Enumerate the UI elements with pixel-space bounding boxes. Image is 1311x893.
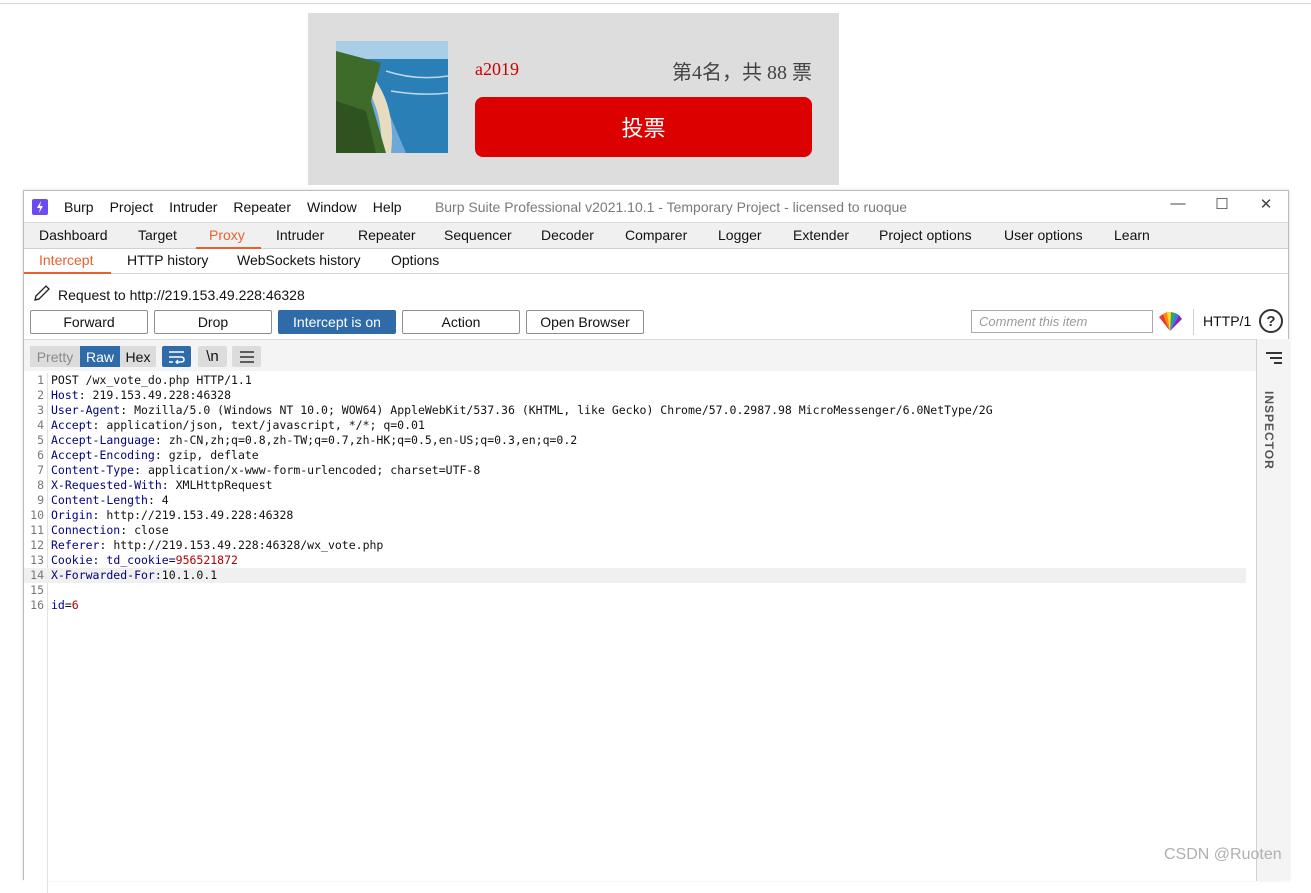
pretty-tab[interactable]: Pretty: [30, 346, 80, 367]
inspector-panel[interactable]: INSPECTOR: [1256, 339, 1290, 881]
code-line: 3 User-Agent: Mozilla/5.0 (Windows NT 10.…: [37, 403, 993, 417]
vote-button[interactable]: 投票: [475, 97, 812, 157]
editor-toolbar: Pretty Raw Hex \n: [24, 340, 1256, 371]
code-line-highlighted: 14 X-Forwarded-For:10.1.0.1: [24, 568, 1246, 583]
watermark: CSDN @Ruoten: [1164, 846, 1282, 863]
candidate-rank: 第4名，共 88 票: [672, 62, 812, 84]
code-line: 5 Accept-Language: zh-CN,zh;q=0.8,zh-TW;q…: [37, 433, 578, 447]
http-version-label[interactable]: HTTP/1: [1203, 313, 1251, 329]
tab-logger[interactable]: Logger: [718, 227, 762, 243]
drop-button[interactable]: Drop: [154, 310, 272, 334]
tab-websockets-history[interactable]: WebSockets history: [237, 252, 360, 268]
tab-user-options[interactable]: User options: [1004, 227, 1083, 243]
tab-proxy[interactable]: Proxy: [209, 227, 245, 243]
word-wrap-icon[interactable]: [162, 346, 191, 367]
beach-photo-icon: [336, 41, 448, 153]
proxy-sub-tabs: Intercept HTTP history WebSockets histor…: [24, 249, 1288, 274]
comment-input[interactable]: Comment this item: [971, 310, 1153, 333]
help-icon[interactable]: ?: [1259, 309, 1283, 333]
code-line: 12 Referer: http://219.153.49.228:46328/w…: [30, 538, 384, 552]
title-bar: Burp Project Intruder Repeater Window He…: [24, 191, 1288, 222]
code-line: 11 Connection: close: [30, 523, 169, 537]
intercept-toolbar: Forward Drop Intercept is on Action Open…: [24, 309, 1288, 337]
code-line: 4 Accept: application/json, text/javascri…: [37, 418, 425, 432]
code-line: 16 id=6: [30, 598, 79, 612]
page-top-border: [0, 3, 1311, 4]
inspector-label[interactable]: INSPECTOR: [1262, 391, 1276, 470]
close-icon[interactable]: ✕: [1251, 195, 1281, 213]
menu-lines-icon[interactable]: [232, 346, 261, 367]
code-line: 6 Accept-Encoding: gzip, deflate: [37, 448, 259, 462]
tab-target[interactable]: Target: [138, 227, 177, 243]
tab-comparer[interactable]: Comparer: [625, 227, 687, 243]
tab-learn[interactable]: Learn: [1114, 227, 1150, 243]
code-line: 13 Cookie: td_cookie=956521872: [30, 553, 238, 567]
request-target: Request to http://219.153.49.228:46328: [32, 283, 305, 306]
newline-toggle-button[interactable]: \n: [198, 346, 227, 367]
tab-project-options[interactable]: Project options: [879, 227, 972, 243]
code-line: 2 Host: 219.153.49.228:46328: [37, 388, 232, 402]
burp-window: Burp Project Intruder Repeater Window He…: [23, 190, 1290, 893]
code-line: 15: [30, 583, 44, 597]
message-editor: Pretty Raw Hex \n 1 POST /wx_vote_do.php …: [24, 339, 1256, 893]
tab-options[interactable]: Options: [391, 252, 439, 268]
tab-extender[interactable]: Extender: [793, 227, 849, 243]
window-title: Burp Suite Professional v2021.10.1 - Tem…: [434, 199, 908, 215]
tab-http-history[interactable]: HTTP history: [127, 252, 208, 268]
request-raw-text[interactable]: 1 POST /wx_vote_do.php HTTP/1.1 2 Host: 21…: [24, 373, 1256, 893]
highlight-color-icon[interactable]: [1157, 311, 1183, 333]
code-line: 8 X-Requested-With: XMLHttpRequest: [37, 478, 273, 492]
main-tabs: Dashboard Target Proxy Intruder Repeater…: [24, 222, 1288, 249]
inspector-menu-icon[interactable]: [1265, 351, 1283, 365]
tab-intercept[interactable]: Intercept: [39, 252, 93, 268]
raw-tab[interactable]: Raw: [80, 346, 120, 367]
tab-decoder[interactable]: Decoder: [541, 227, 594, 243]
tab-sequencer[interactable]: Sequencer: [444, 227, 512, 243]
open-browser-button[interactable]: Open Browser: [526, 310, 644, 334]
minimize-icon[interactable]: —: [1163, 195, 1193, 212]
code-line: 9 Content-Length: 4: [37, 493, 169, 507]
code-line: 10 Origin: http://219.153.49.228:46328: [30, 508, 294, 522]
forward-button[interactable]: Forward: [30, 310, 148, 334]
tab-dashboard[interactable]: Dashboard: [39, 227, 108, 243]
maximize-icon[interactable]: ☐: [1207, 195, 1237, 213]
tab-repeater[interactable]: Repeater: [358, 227, 416, 243]
intercept-toggle-button[interactable]: Intercept is on: [278, 310, 396, 334]
code-line: 1 POST /wx_vote_do.php HTTP/1.1: [37, 373, 252, 387]
active-subtab-indicator: [24, 272, 111, 274]
vote-card: a2019 第4名，共 88 票 投票: [308, 13, 839, 185]
toolbar-divider: [1193, 309, 1194, 335]
tab-intruder[interactable]: Intruder: [276, 227, 324, 243]
code-line: 7 Content-Type: application/x-www-form-ur…: [37, 463, 481, 477]
request-url-label: Request to http://219.153.49.228:46328: [58, 286, 305, 303]
pencil-icon[interactable]: [32, 283, 52, 306]
action-button[interactable]: Action: [402, 310, 520, 334]
hex-tab[interactable]: Hex: [120, 346, 156, 367]
candidate-name: a2019: [475, 59, 519, 79]
